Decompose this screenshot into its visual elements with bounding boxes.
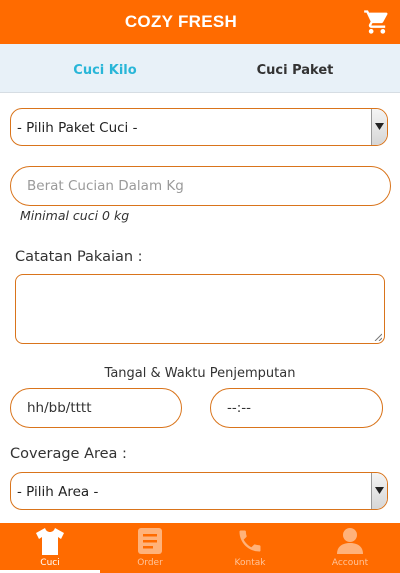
date-input[interactable]: hh/bb/tttt: [10, 388, 182, 428]
berat-placeholder: Berat Cucian Dalam Kg: [27, 178, 184, 194]
date-value: hh/bb/tttt: [27, 400, 92, 416]
area-select-value: - Pilih Area -: [17, 484, 99, 500]
resize-grip-icon[interactable]: [374, 333, 382, 341]
paket-select-value: - Pilih Paket Cuci -: [17, 120, 138, 136]
person-icon: [337, 528, 363, 554]
phone-icon: [239, 530, 261, 552]
dropdown-arrow-icon[interactable]: [371, 109, 387, 145]
document-icon: [138, 528, 162, 554]
nav-order[interactable]: Order: [100, 523, 200, 573]
paket-select[interactable]: - Pilih Paket Cuci -: [10, 108, 388, 146]
berat-input[interactable]: Berat Cucian Dalam Kg: [10, 166, 391, 206]
catatan-label: Catatan Pakaian :: [15, 249, 143, 265]
app-title: COZY FRESH: [124, 12, 238, 31]
nav-order-label: Order: [137, 558, 163, 568]
tab-cuci-kilo[interactable]: Cuci Kilo: [5, 44, 205, 92]
app-header: COZY FRESH: [0, 0, 400, 44]
nav-account-label: Account: [331, 558, 369, 568]
tab-bar: Cuci Kilo Cuci Paket: [0, 44, 400, 93]
nav-account[interactable]: Account: [300, 523, 400, 573]
nav-cuci[interactable]: Cuci: [0, 523, 100, 573]
time-input[interactable]: --:--: [210, 388, 383, 428]
time-value: --:--: [227, 400, 252, 416]
jadwal-label: Tangal & Waktu Penjemputan: [104, 366, 296, 381]
catatan-textarea[interactable]: [15, 274, 385, 344]
dropdown-arrow-icon[interactable]: [371, 473, 387, 509]
area-select[interactable]: - Pilih Area -: [10, 472, 388, 510]
cart-icon[interactable]: [363, 8, 391, 36]
shirt-icon: [36, 528, 64, 555]
nav-kontak[interactable]: Kontak: [200, 523, 300, 573]
tab-cuci-paket[interactable]: Cuci Paket: [195, 44, 395, 92]
coverage-label: Coverage Area :: [10, 446, 127, 462]
nav-kontak-label: Kontak: [234, 558, 266, 568]
bottom-nav: Cuci Order Kontak Account: [0, 523, 400, 573]
berat-hint: Minimal cuci 0 kg: [20, 208, 130, 223]
nav-cuci-label: Cuci: [40, 558, 60, 568]
